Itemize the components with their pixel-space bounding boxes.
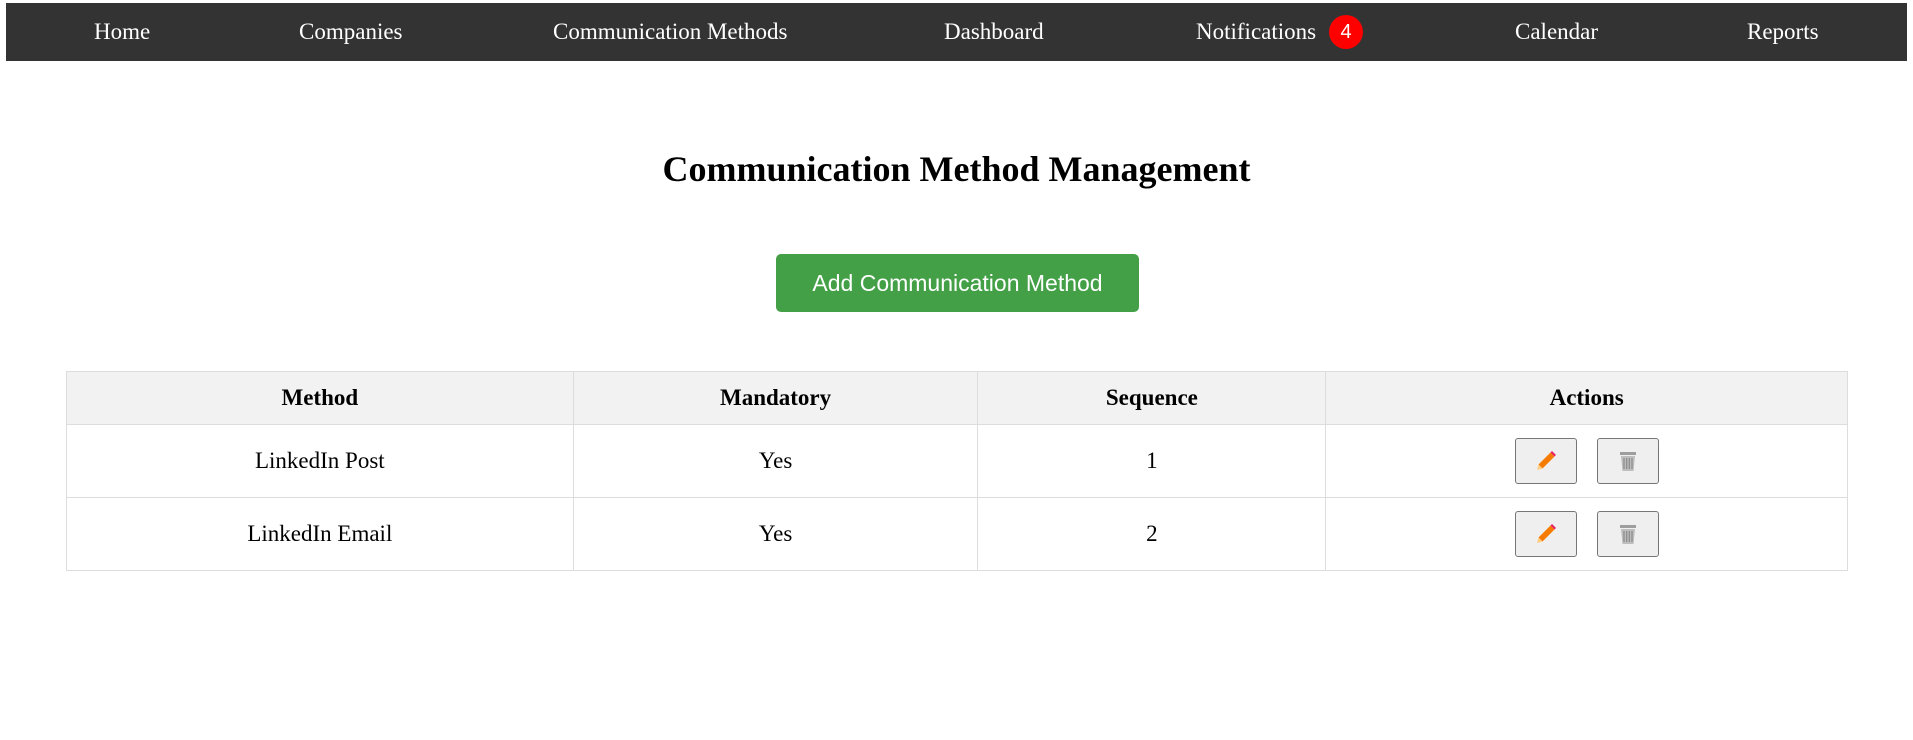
- nav-reports[interactable]: Reports: [1747, 3, 1819, 61]
- delete-button[interactable]: [1596, 438, 1659, 484]
- column-header-method: Method: [66, 371, 574, 425]
- mandatory-cell: Yes: [572, 497, 979, 571]
- edit-button[interactable]: [1514, 438, 1577, 484]
- mandatory-cell: Yes: [572, 424, 979, 498]
- delete-button[interactable]: [1596, 511, 1659, 557]
- table-header-row: Method Mandatory Sequence Actions: [66, 371, 1848, 425]
- pencil-icon: [1536, 524, 1556, 543]
- method-cell: LinkedIn Email: [66, 497, 574, 571]
- pencil-icon: [1536, 451, 1556, 470]
- actions-cell: [1325, 424, 1848, 498]
- navbar: Home Companies Communication Methods Das…: [6, 3, 1907, 61]
- methods-table: Method Mandatory Sequence Actions Linked…: [66, 371, 1848, 571]
- nav-communication-methods[interactable]: Communication Methods: [553, 3, 787, 61]
- edit-button[interactable]: [1514, 511, 1577, 557]
- trash-icon: [1619, 525, 1636, 544]
- column-header-actions: Actions: [1325, 371, 1848, 425]
- notification-count-badge: 4: [1329, 15, 1364, 49]
- nav-companies[interactable]: Companies: [299, 3, 403, 61]
- method-cell: LinkedIn Post: [66, 424, 574, 498]
- table-row: LinkedIn Post Yes 1: [66, 424, 1848, 498]
- table-row: LinkedIn Email Yes 2: [66, 497, 1848, 571]
- page-title: Communication Method Management: [662, 149, 1251, 189]
- nav-notifications[interactable]: Notifications 4: [1196, 3, 1364, 61]
- nav-home[interactable]: Home: [94, 3, 150, 61]
- nav-dashboard[interactable]: Dashboard: [944, 3, 1044, 61]
- trash-icon: [1619, 452, 1636, 471]
- sequence-cell: 2: [977, 497, 1327, 571]
- nav-notifications-label: Notifications: [1196, 19, 1317, 44]
- column-header-sequence: Sequence: [977, 371, 1327, 425]
- nav-calendar[interactable]: Calendar: [1515, 3, 1598, 61]
- add-communication-method-button[interactable]: Add Communication Method: [776, 254, 1139, 312]
- actions-cell: [1325, 497, 1848, 571]
- sequence-cell: 1: [977, 424, 1327, 498]
- column-header-mandatory: Mandatory: [572, 371, 979, 425]
